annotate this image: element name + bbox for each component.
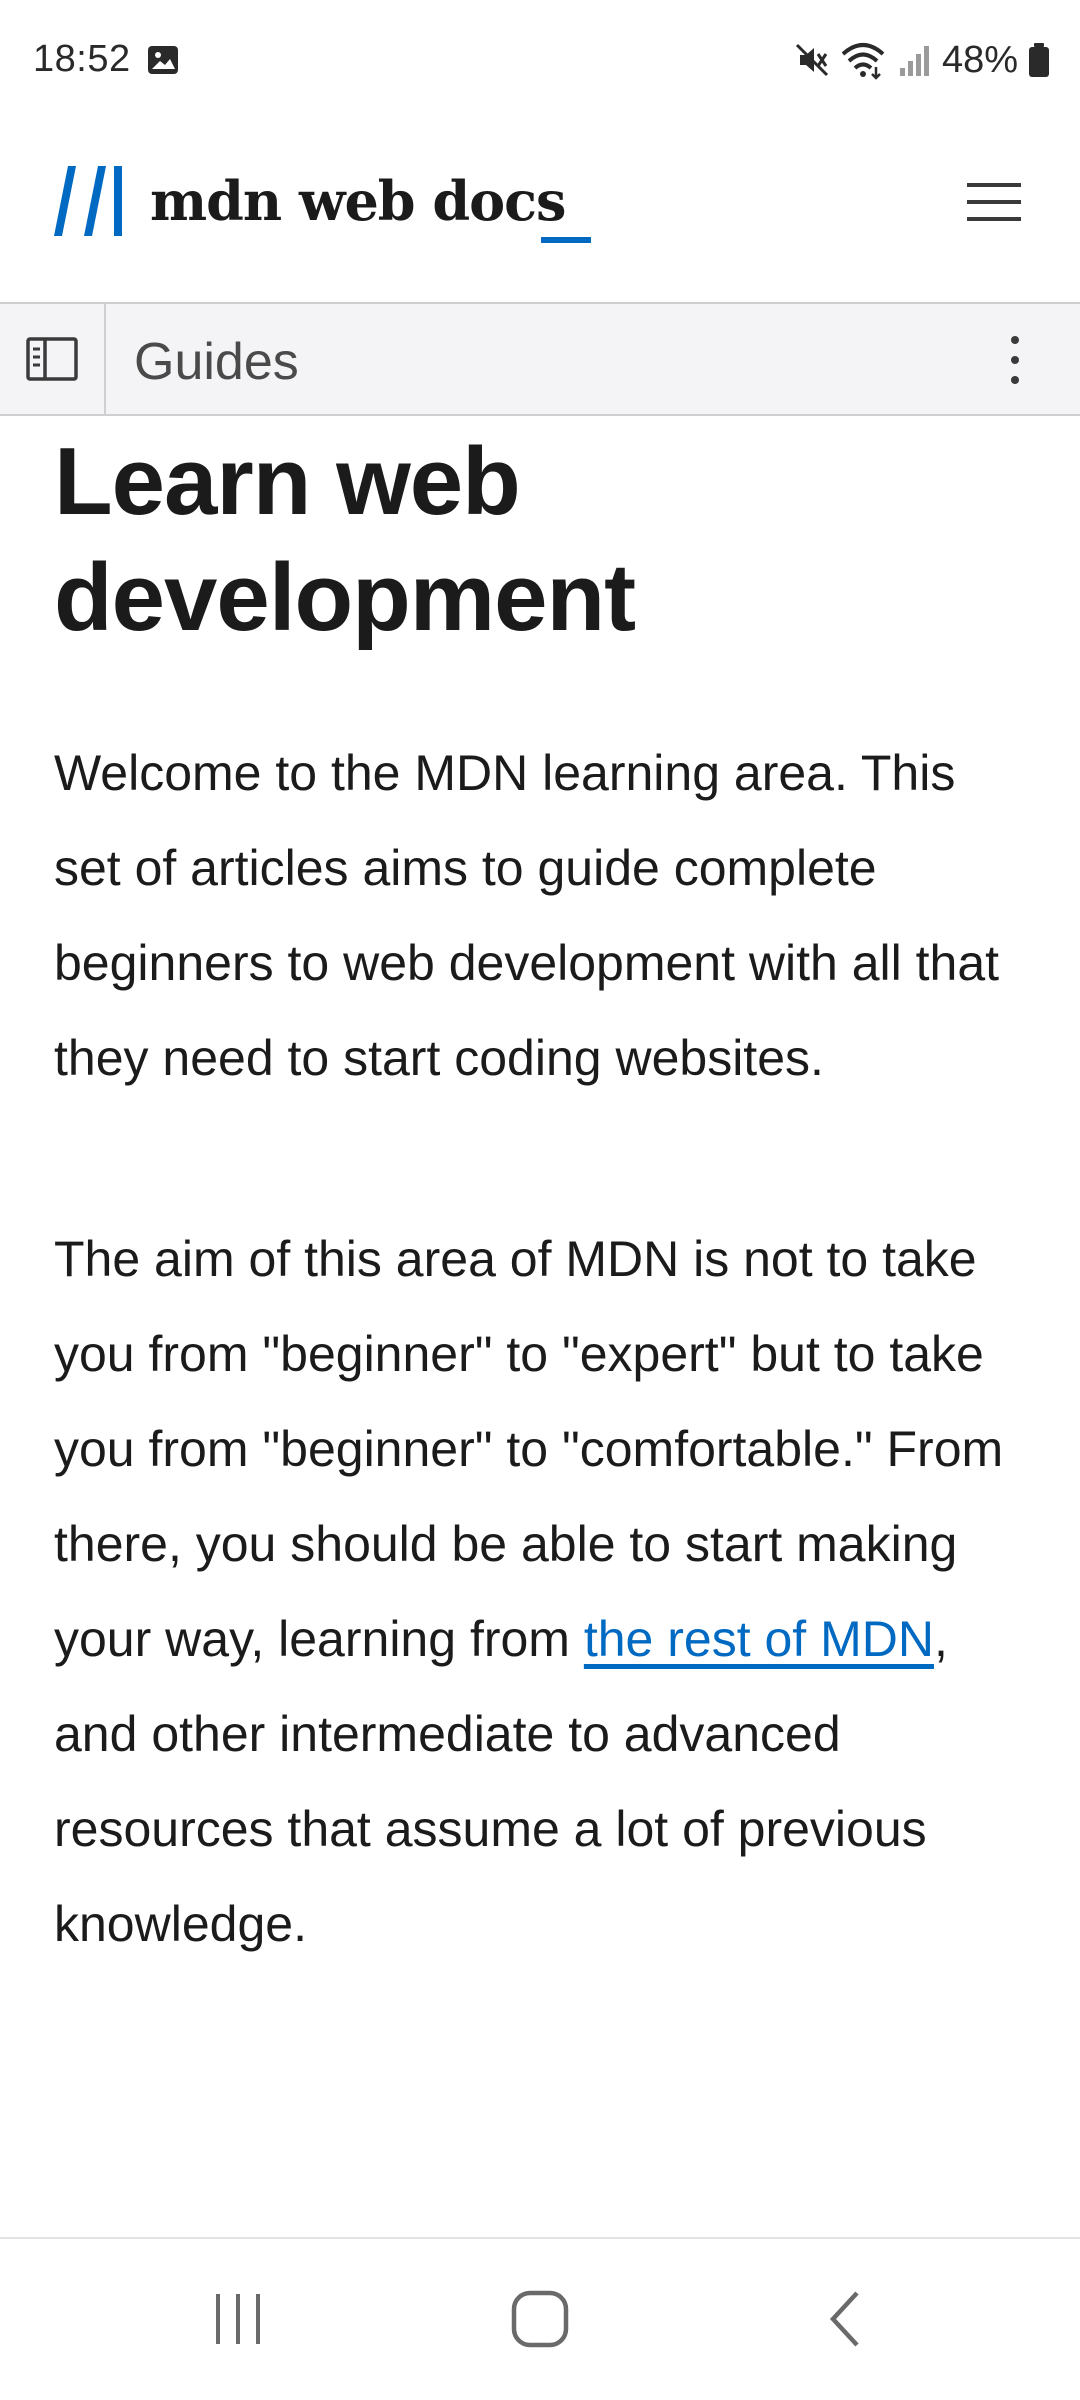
- recent-apps-button[interactable]: [183, 2279, 293, 2359]
- battery-icon: [1029, 43, 1049, 77]
- aim-paragraph: The aim of this area of MDN is not to ta…: [54, 1212, 1034, 1972]
- hamburger-menu-icon: [967, 183, 1021, 221]
- back-button[interactable]: [790, 2279, 900, 2359]
- logo-text: mdn web docs: [150, 169, 566, 233]
- battery-percent: 48%: [941, 38, 1018, 81]
- breadcrumb-guides[interactable]: Guides: [134, 332, 299, 392]
- status-time: 18:52: [33, 38, 131, 80]
- wifi-icon: [841, 43, 885, 80]
- home-icon: [511, 2290, 569, 2348]
- back-icon: [829, 2291, 859, 2347]
- logo-cursor: [541, 237, 591, 243]
- page-title: Learn web development: [54, 428, 636, 651]
- more-options-button[interactable]: [990, 326, 1040, 394]
- recent-apps-icon: [216, 2294, 260, 2344]
- more-vertical-icon: [1011, 336, 1019, 384]
- article-toolbar: Guides: [0, 304, 1080, 416]
- main-menu-button[interactable]: [962, 172, 1026, 232]
- home-button[interactable]: [485, 2279, 595, 2359]
- site-header: mdn web docs: [0, 120, 1080, 304]
- article-content: Learn web development Welcome to the MDN…: [54, 416, 1034, 1972]
- photo-icon: [148, 46, 178, 74]
- sidebar-toggle-icon: [26, 337, 78, 381]
- status-icons: 48%: [794, 36, 1050, 84]
- rest-of-mdn-link[interactable]: the rest of MDN: [584, 1611, 934, 1667]
- system-nav-bar: [0, 2237, 1080, 2400]
- signal-icon: [899, 46, 929, 76]
- intro-paragraph: Welcome to the MDN learning area. This s…: [54, 745, 1000, 1086]
- aim-paragraph-text-start: The aim of this area of MDN is not to ta…: [54, 1231, 1004, 1667]
- mdn-logo[interactable]: mdn web docs: [54, 164, 566, 238]
- mute-icon: [795, 43, 828, 77]
- sidebar-toggle-button[interactable]: [0, 304, 106, 414]
- mdn-logo-icon: [54, 166, 122, 236]
- status-bar: 18:52 48%: [0, 0, 1080, 120]
